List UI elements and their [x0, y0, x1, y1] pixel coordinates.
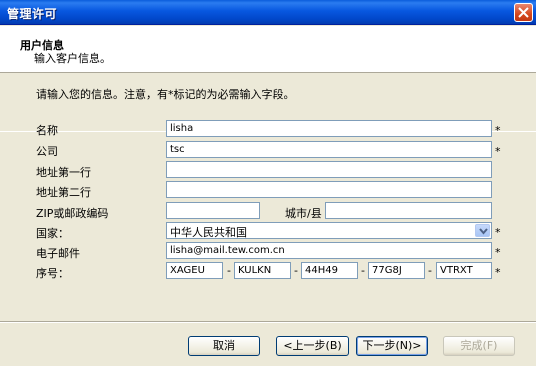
name-label: 名称	[36, 124, 58, 137]
address-line2-label: 地址第二行	[36, 186, 91, 199]
instructions-text: 请输入您的信息。注意，有*标记的为必需输入字段。	[36, 88, 295, 101]
serial-label: 序号：	[36, 267, 69, 280]
required-mark: *	[495, 246, 501, 259]
email-label: 电子邮件	[36, 247, 80, 260]
serial-dash: -	[294, 264, 298, 277]
address-line1-field[interactable]	[166, 161, 492, 178]
required-mark: *	[495, 226, 501, 239]
required-mark: *	[495, 145, 501, 158]
required-mark: *	[495, 124, 501, 137]
country-select[interactable]: 中华人民共和国	[166, 222, 492, 239]
company-label: 公司	[36, 145, 58, 158]
next-button[interactable]: 下一步(N)>	[356, 336, 428, 356]
close-button[interactable]	[514, 3, 533, 22]
email-field[interactable]: lisha@mail.tew.com.cn	[166, 242, 492, 259]
serial-field-2[interactable]: KULKN	[234, 262, 291, 279]
header-subtitle: 输入客户信息。	[34, 52, 111, 65]
dropdown-button[interactable]	[475, 224, 490, 237]
close-icon	[518, 7, 529, 18]
required-mark: *	[495, 266, 501, 279]
serial-dash: -	[227, 264, 231, 277]
country-select-value: 中华人民共和国	[170, 226, 247, 239]
serial-field-4[interactable]: 77G8J	[368, 262, 425, 279]
city-field[interactable]	[325, 202, 492, 219]
cancel-button[interactable]: 取消	[188, 336, 260, 356]
company-field[interactable]: tsc	[166, 141, 492, 158]
license-dialog: 管理许可 用户信息 输入客户信息。 请输入您的信息。注意，有*标记的为必需输入字…	[0, 0, 536, 366]
title-bar[interactable]: 管理许可	[0, 0, 536, 25]
zip-label: ZIP或邮政编码	[36, 207, 109, 220]
serial-dash: -	[361, 264, 365, 277]
header-panel: 用户信息 输入客户信息。	[0, 26, 536, 73]
serial-field-3[interactable]: 44H49	[301, 262, 358, 279]
city-label: 城市/县	[285, 207, 322, 220]
address-line2-field[interactable]	[166, 181, 492, 198]
chevron-down-icon	[479, 228, 488, 235]
name-field[interactable]: lisha	[166, 120, 492, 137]
serial-field-1[interactable]: XAGEU	[166, 262, 223, 279]
serial-dash: -	[428, 264, 432, 277]
finish-button[interactable]: 完成(F)	[443, 336, 515, 356]
window-title: 管理许可	[7, 7, 58, 21]
serial-field-5[interactable]: VTRXT	[436, 262, 492, 279]
footer-divider-highlight	[0, 322, 536, 323]
back-button[interactable]: <上一步(B)	[276, 336, 349, 356]
country-label: 国家：	[36, 227, 69, 240]
zip-field[interactable]	[166, 202, 260, 219]
address-line1-label: 地址第一行	[36, 166, 91, 179]
